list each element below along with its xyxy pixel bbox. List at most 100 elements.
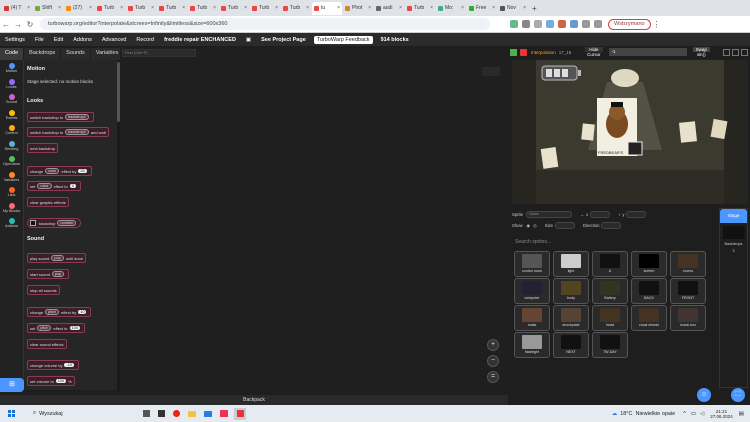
back-icon[interactable]: ← bbox=[0, 20, 12, 29]
tab-variables[interactable]: Variables bbox=[90, 48, 124, 60]
category-operators[interactable]: Operators bbox=[0, 156, 23, 170]
sprite-tile[interactable]: mask bbox=[514, 305, 550, 331]
block-start-sound[interactable]: start sound pop bbox=[27, 269, 70, 279]
browser-tab[interactable]: tu × bbox=[312, 1, 342, 15]
sprite-tile[interactable]: music box bbox=[670, 305, 706, 331]
taskbar-search[interactable]: Wyszukaj bbox=[39, 411, 129, 417]
category-sensing[interactable]: Sensing bbox=[0, 140, 23, 155]
block-number-input[interactable]: 100 bbox=[55, 379, 67, 383]
stage-target-panel[interactable]: Stage Backdrops 3 bbox=[719, 208, 748, 388]
browser-tab[interactable]: Turb × bbox=[95, 2, 125, 15]
block-set-sound-effect[interactable]: set pitch effect to 100 bbox=[27, 323, 85, 333]
browser-tab[interactable]: Turb × bbox=[157, 2, 187, 15]
block-backdrop-reporter[interactable]: backdrop number bbox=[27, 218, 82, 228]
puzzle-icon[interactable] bbox=[582, 20, 590, 28]
tab-code[interactable]: Code bbox=[0, 48, 24, 60]
tray-chevron-icon[interactable]: ^ bbox=[683, 411, 686, 417]
tab-close-icon[interactable]: × bbox=[368, 5, 371, 11]
menu-record[interactable]: Record bbox=[131, 37, 159, 43]
sprite-tile[interactable]: vocal chords bbox=[631, 305, 667, 331]
widgets-icon[interactable] bbox=[158, 410, 166, 417]
new-tab-icon[interactable]: + bbox=[532, 4, 537, 13]
reload-icon[interactable]: ↻ bbox=[24, 20, 36, 29]
extension-icon[interactable] bbox=[570, 20, 578, 28]
tab-backdrops[interactable]: Backdrops bbox=[24, 48, 61, 60]
opera-icon[interactable] bbox=[173, 410, 181, 417]
cast-icon[interactable] bbox=[522, 20, 530, 28]
hide-visible-icon[interactable]: ◎ bbox=[533, 223, 537, 228]
sprite-name-input[interactable]: Name bbox=[525, 211, 572, 218]
sprite-tile[interactable]: computer bbox=[514, 278, 550, 304]
menu-advanced[interactable]: Advanced bbox=[97, 37, 131, 43]
notification-icon[interactable]: ▤ bbox=[739, 411, 744, 417]
see-project-link[interactable]: See Project Page bbox=[256, 37, 311, 43]
add-extension-button[interactable]: ⊞ bbox=[0, 378, 24, 392]
category-looks[interactable]: Looks bbox=[0, 78, 23, 93]
tab-close-icon[interactable]: × bbox=[213, 5, 216, 11]
tab-close-icon[interactable]: × bbox=[244, 5, 247, 11]
category-motion[interactable]: Motion bbox=[0, 63, 23, 77]
direction-input[interactable] bbox=[601, 222, 622, 229]
tab-close-icon[interactable]: × bbox=[461, 5, 464, 11]
browser-tab[interactable]: Nov × bbox=[498, 2, 528, 15]
browser-tab[interactable]: Turb × bbox=[281, 2, 311, 15]
tab-close-icon[interactable]: × bbox=[492, 5, 495, 11]
volume-icon[interactable]: ◁ bbox=[700, 411, 704, 417]
checkbox[interactable] bbox=[30, 220, 36, 226]
menu-settings[interactable]: Settings bbox=[0, 37, 30, 43]
browser-tab[interactable]: Turb × bbox=[219, 2, 249, 15]
block-stop-sounds[interactable]: stop all sounds bbox=[27, 285, 60, 295]
browser-tab[interactable]: Turb × bbox=[405, 2, 435, 15]
sprite-tile[interactable]: 7W-DAY bbox=[592, 332, 628, 358]
sidebar-icon[interactable] bbox=[594, 20, 602, 28]
sprite-tile[interactable]: screen bbox=[631, 251, 667, 277]
block-clear-sound[interactable]: clear sound effects bbox=[27, 339, 67, 349]
tab-close-icon[interactable]: × bbox=[120, 5, 123, 11]
category-events[interactable]: Events bbox=[0, 109, 23, 124]
y-input[interactable] bbox=[626, 211, 647, 218]
windows-start-icon[interactable] bbox=[8, 410, 15, 417]
browser-tab[interactable]: Mo: × bbox=[436, 2, 466, 15]
browser-tab[interactable]: Turb × bbox=[126, 2, 156, 15]
block-dropdown[interactable]: backdrop2 bbox=[65, 114, 89, 120]
block-change-sound-effect[interactable]: change pitch effect by 10 bbox=[27, 307, 92, 317]
more-menu-icon[interactable]: ⋮ bbox=[651, 20, 663, 29]
tab-close-icon[interactable]: × bbox=[337, 5, 340, 11]
block-change-effect[interactable]: change color effect by 25 bbox=[27, 166, 92, 176]
network-icon[interactable]: ▭ bbox=[691, 411, 696, 417]
tab-close-icon[interactable]: × bbox=[430, 5, 433, 11]
find-input[interactable]: Find (Ctrl+F) bbox=[122, 49, 196, 57]
bookmark-icon[interactable] bbox=[534, 20, 542, 28]
browser-tab[interactable]: audi × bbox=[374, 2, 404, 15]
task-view-icon[interactable] bbox=[143, 410, 151, 417]
block-dropdown[interactable]: pitch bbox=[45, 309, 60, 315]
tab-close-icon[interactable]: × bbox=[182, 5, 185, 11]
sprite-tile[interactable]: FRONT bbox=[670, 278, 706, 304]
extension-icon[interactable] bbox=[546, 20, 554, 28]
large-stage-icon[interactable] bbox=[732, 48, 739, 56]
photos-icon[interactable] bbox=[220, 410, 229, 417]
category-lists[interactable]: Lists bbox=[0, 187, 23, 201]
block-switch-backdrop-wait[interactable]: switch backdrop to backdrop2 and wait bbox=[27, 127, 109, 137]
green-flag-icon[interactable] bbox=[510, 48, 517, 56]
x-input[interactable] bbox=[590, 211, 611, 218]
zoom-in-button[interactable]: + bbox=[487, 339, 499, 351]
block-switch-backdrop[interactable]: switch backdrop to backdrop2 bbox=[27, 112, 94, 122]
block-number-input[interactable]: 0 bbox=[69, 184, 76, 188]
turbowarp-taskbar-icon[interactable] bbox=[234, 407, 247, 420]
tab-close-icon[interactable]: × bbox=[89, 5, 92, 11]
profile-button[interactable]: Wstrzymano bbox=[608, 18, 651, 30]
block-clear-graphic[interactable]: clear graphic effects bbox=[27, 197, 69, 207]
stage-canvas[interactable]: FREDBEAR'S bbox=[512, 60, 748, 204]
tab-close-icon[interactable]: × bbox=[399, 5, 402, 11]
block-dropdown[interactable]: pitch bbox=[37, 325, 52, 331]
show-visible-icon[interactable]: ◉ bbox=[526, 223, 530, 228]
block-number-input[interactable]: 25 bbox=[78, 169, 87, 173]
browser-tab[interactable]: Turb × bbox=[250, 2, 280, 15]
add-backdrop-button[interactable]: ⛶ bbox=[731, 388, 745, 402]
block-dropdown[interactable]: pop bbox=[51, 271, 65, 277]
menu-addons[interactable]: Addons bbox=[68, 37, 97, 43]
block-dropdown[interactable]: color bbox=[45, 168, 60, 174]
menu-file[interactable]: File bbox=[30, 37, 49, 43]
tab-close-icon[interactable]: × bbox=[275, 5, 278, 11]
